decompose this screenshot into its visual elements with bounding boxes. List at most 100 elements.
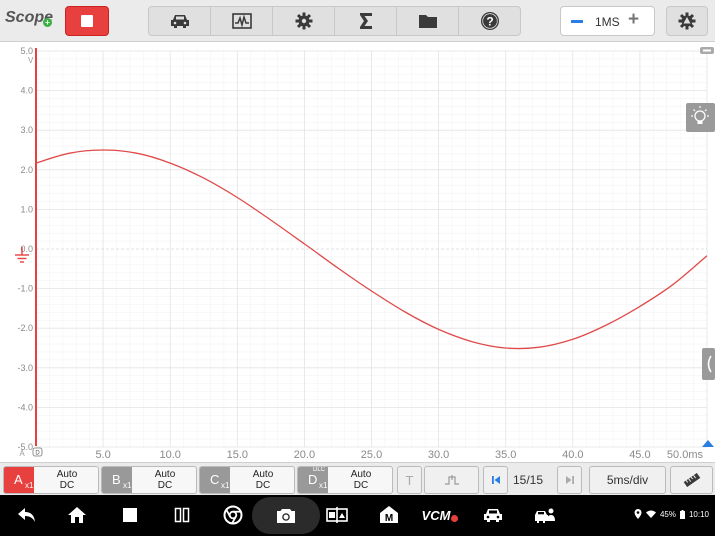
y-tick-label: -1.0 [17,284,33,294]
x-tick-label: 5.0 [95,449,110,461]
sigma-icon [359,13,372,29]
y-tick-label: 2.0 [20,165,33,175]
split-screen-icon [174,507,190,523]
help-button[interactable]: ? [459,7,520,35]
x-tick-label: 15.0 [227,449,248,461]
maintenance-button[interactable]: M [376,503,402,527]
y-unit-label: V [28,56,34,65]
channel-a-coupling: DC [59,480,75,491]
channel-a-label: A x1 [4,467,34,493]
channel-d-button[interactable]: DLC D x1 Auto DC [297,466,393,494]
remote-expert-button[interactable] [532,503,558,527]
x-tick-label: 35.0 [495,449,516,461]
help-icon: ? [480,12,499,30]
y-tick-label: 4.0 [20,86,33,96]
tool-group: ? [148,6,521,36]
split-screen-button[interactable] [169,503,195,527]
battery-level: 45% [659,509,676,519]
stop-icon [81,15,93,27]
browser-button[interactable] [220,503,246,527]
add-badge-icon: + [43,18,52,27]
channel-c-button[interactable]: C x1 Auto DC [199,466,295,494]
measure-button[interactable] [670,466,713,494]
waveform-icon [231,13,252,29]
time-per-div-value: 5ms/div [606,473,649,487]
timebase-increase-button[interactable]: + [628,10,639,30]
svg-text:M: M [385,513,393,524]
back-button[interactable] [14,503,40,527]
advanced-settings-button[interactable] [666,6,708,36]
channel-c-scale: x1 [221,481,230,490]
channel-d-letter: D [308,472,318,487]
recents-button[interactable] [117,503,143,527]
waveform-button[interactable] [211,7,273,35]
vehicle-diagnose-button[interactable] [480,503,506,527]
top-toolbar: Scope + ? 1MS + [0,0,715,42]
channel-b-letter: B [112,472,121,487]
channel-d-coupling: DC [353,480,369,491]
cursor-handle-icon[interactable]: D [32,447,43,457]
y-tick-label: 5.0 [20,46,33,56]
channel-b-label: B x1 [102,467,132,493]
status-area: 45% 10:10 [634,509,709,519]
files-button[interactable] [397,7,459,35]
vehicle-button[interactable] [149,7,211,35]
maintenance-m-icon: M [380,506,398,524]
channel-d-scale: x1 [319,481,328,490]
svg-text:D: D [35,451,40,457]
timebase-value: 1MS [595,15,620,29]
last-page-button[interactable] [557,466,582,494]
image-compare-button[interactable] [324,503,350,527]
plot-background [0,42,715,462]
y-tick-label: 3.0 [20,125,33,135]
brightness-button[interactable] [686,103,715,132]
y-tick-label: -2.0 [17,323,33,333]
channel-c-letter: C [210,472,220,487]
timebase-decrease-button[interactable] [571,20,583,23]
stop-button[interactable] [65,6,109,36]
text-tool-button[interactable]: T [397,466,422,494]
channel-b-mode: Auto [154,469,176,480]
x-tick-label: 45.0 [629,449,650,461]
channel-c-label: C x1 [200,467,230,493]
channel-b-coupling: DC [157,480,173,491]
vcm-button[interactable]: VCM [420,503,460,527]
vcm-label: VCM [421,507,451,523]
skip-first-icon [491,476,500,484]
trigger-mode-button[interactable] [424,466,479,494]
first-page-button[interactable] [483,466,508,494]
y-tick-label: -3.0 [17,363,33,373]
time-per-div-button[interactable]: 5ms/div [589,466,666,494]
oscilloscope-chart[interactable]: 5.04.03.02.01.00.0-1.0-2.0-3.0-4.0-5.0 5… [0,42,715,462]
side-panel-toggle-button[interactable] [702,348,715,380]
channel-a-button[interactable]: A x1 Auto DC [3,466,99,494]
folder-icon [418,15,437,28]
math-button[interactable] [335,7,397,35]
clock: 10:10 [688,509,709,519]
screenshot-button[interactable] [252,497,320,534]
channel-a-scale: x1 [25,481,34,490]
vcm-status-icon [451,514,459,522]
home-icon [68,507,86,523]
recents-icon [123,508,137,522]
gear-warning-icon [678,12,696,30]
channel-c-mode: Auto [252,469,274,480]
location-icon [634,509,642,519]
channel-bar: A x1 Auto DC B x1 Auto DC C x1 Auto DC DLC … [0,462,715,495]
ruler-icon [683,473,700,487]
skip-last-icon [565,476,574,484]
channel-b-button[interactable]: B x1 Auto DC [101,466,197,494]
app-title: Scope + [5,9,53,27]
car-icon [484,509,502,522]
settings-button[interactable] [273,7,335,35]
home-button[interactable] [64,503,90,527]
back-arrow-icon [18,508,35,522]
camera-icon [277,509,295,523]
gear-icon [295,12,312,30]
x-tick-label: 40.0 [562,449,583,461]
channel-c-coupling: DC [255,480,271,491]
channel-marker-label: A [19,449,25,458]
timebase-control: 1MS + [560,6,655,36]
top-right-collapse-button[interactable] [700,47,714,54]
channel-d-label: DLC D x1 [298,467,328,493]
